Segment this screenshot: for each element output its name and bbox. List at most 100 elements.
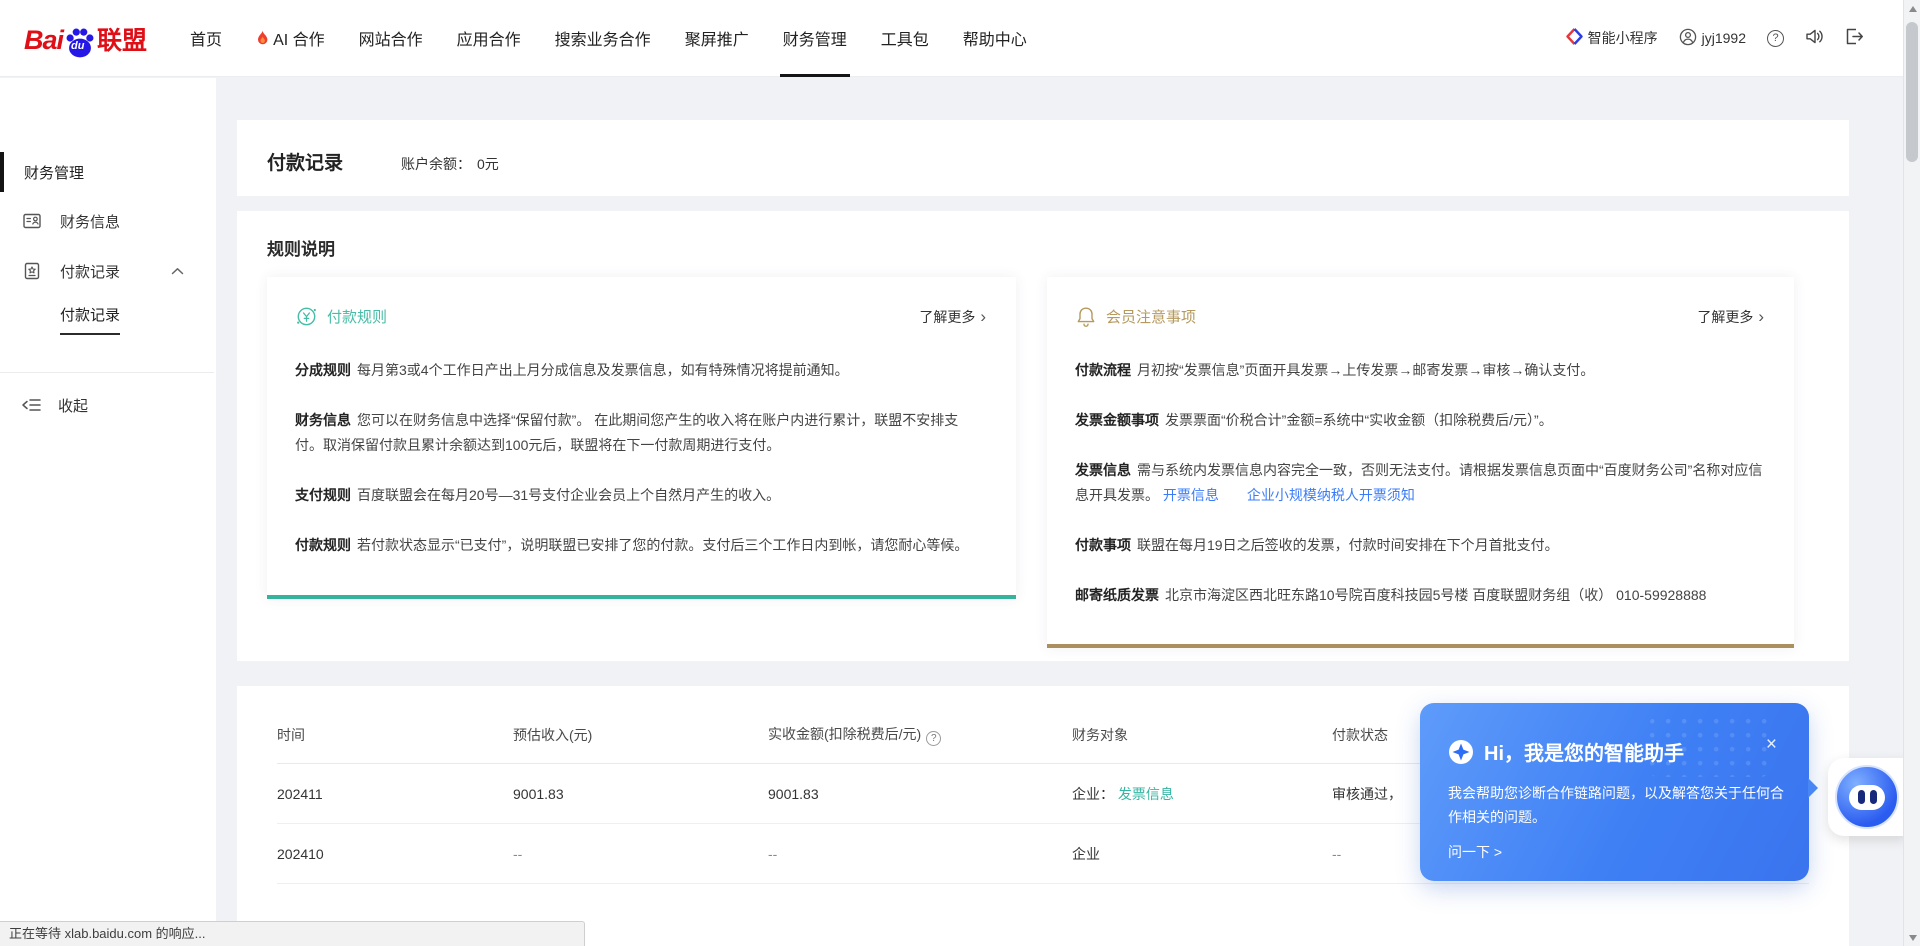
invoice-info-link[interactable]: 开票信息 xyxy=(1163,487,1219,503)
user-account[interactable]: jyj1992 xyxy=(1679,28,1746,49)
nav-item-label: 搜索业务合作 xyxy=(555,26,651,50)
help-icon[interactable]: ? xyxy=(1767,30,1784,47)
nav-item-toolkit[interactable]: 工具包 xyxy=(864,0,946,77)
logout-icon[interactable] xyxy=(1845,28,1863,48)
nav-item-website-coop[interactable]: 网站合作 xyxy=(342,0,440,77)
invoice-info-table-link[interactable]: 发票信息 xyxy=(1118,786,1174,802)
more-label: 了解更多 xyxy=(1697,307,1753,327)
cell-finance-target: 企业： 发票信息 xyxy=(1072,784,1332,804)
ask-now-link[interactable]: 问一下 > xyxy=(1448,842,1779,862)
rule-item: 发票信息需与系统内发票信息内容完全一致，否则无法支付。请根据发票信息页面中“百度… xyxy=(1075,458,1764,508)
sidebar-subitem-label: 付款记录 xyxy=(60,304,120,335)
rule-term: 财务信息 xyxy=(295,412,351,428)
nav-item-search-coop[interactable]: 搜索业务合作 xyxy=(538,0,668,77)
miniapp-label: 智能小程序 xyxy=(1588,28,1658,48)
sidebar-divider xyxy=(0,372,214,373)
cell-estimated: -- xyxy=(513,846,768,862)
baidu-union-logo[interactable]: Bai du 联盟 xyxy=(24,16,147,60)
sidebar-subitem-payment-records[interactable]: 付款记录 xyxy=(60,302,120,336)
payment-rules-more-link[interactable]: 了解更多› xyxy=(919,307,986,327)
scroll-down-arrow[interactable] xyxy=(1904,929,1920,946)
member-notes-more-link[interactable]: 了解更多 › xyxy=(1697,307,1764,327)
rule-item: 支付规则百度联盟会在每月20号—31号支付企业会员上个自然月产生的收入。 xyxy=(295,483,986,508)
rule-desc: 月初按“发票信息”页面开具发票→上传发票→邮寄发票→审核→确认支付。 xyxy=(1137,362,1594,378)
sidebar-item-label: 财务信息 xyxy=(60,211,120,232)
robot-eye xyxy=(1858,790,1865,804)
nav-menu: 首页 AI 合作 网站合作 应用合作 搜索业务合作 聚屏推广 财务管理 工具包 … xyxy=(173,0,1044,77)
member-notes-panel: 会员注意事项 了解更多› 付款流程月初按“发票信息”页面开具发票→上传发票→邮寄… xyxy=(1047,277,1794,648)
nav-item-app-coop[interactable]: 应用合作 xyxy=(440,0,538,77)
cell-finance-target: 企业 xyxy=(1072,844,1332,864)
assistant-avatar-panel[interactable] xyxy=(1828,758,1906,836)
sidebar-item-finance-info[interactable]: 财务信息 xyxy=(0,201,216,241)
assistant-popup-header: Hi，我是您的智能助手 × xyxy=(1448,737,1779,766)
robot-eye xyxy=(1870,790,1877,804)
nav-item-home[interactable]: 首页 xyxy=(173,0,239,77)
help-glyph: ? xyxy=(931,733,937,744)
logo-text-bai: Bai xyxy=(24,20,63,60)
nav-right-tools: 智能小程序 jyj1992 ? xyxy=(1566,28,1903,49)
rule-desc: 北京市海淀区西北旺东路10号院百度科技园5号楼 百度联盟财务组（收） 010-5… xyxy=(1165,587,1706,603)
col-header-time: 时间 xyxy=(277,725,513,745)
rule-item: 付款事项联盟在每月19日之后签收的发票，付款时间安排在下个月首批支付。 xyxy=(1075,533,1764,558)
col-header-finance-target: 财务对象 xyxy=(1072,725,1332,745)
rule-term: 支付规则 xyxy=(295,487,351,503)
sidebar-collapse-button[interactable]: 收起 xyxy=(0,386,216,424)
nav-item-label: 财务管理 xyxy=(783,26,847,50)
assistant-popup-title: Hi，我是您的智能助手 xyxy=(1484,737,1684,766)
chevron-right-icon: › xyxy=(1758,308,1764,325)
cell-estimated: 9001.83 xyxy=(513,786,768,802)
status-text: 正在等待 xlab.baidu.com 的响应... xyxy=(9,926,206,941)
sound-icon[interactable] xyxy=(1805,28,1824,48)
rules-row: 付款规则 了解更多› 分成规则每月第3或4个工作日产出上月分成信息及发票信息，如… xyxy=(267,277,1819,648)
rule-term: 邮寄纸质发票 xyxy=(1075,587,1159,603)
scrollbar-thumb[interactable] xyxy=(1906,22,1918,162)
finance-prefix: 企业 xyxy=(1072,846,1100,862)
nav-item-help-center[interactable]: 帮助中心 xyxy=(946,0,1044,77)
scrollbar[interactable] xyxy=(1903,0,1920,946)
miniapp-diamond-icon xyxy=(1566,28,1583,48)
rule-item: 分成规则每月第3或4个工作日产出上月分成信息及发票信息，如有特殊情况将提前通知。 xyxy=(295,358,986,383)
col-header-estimated: 预估收入(元) xyxy=(513,725,768,745)
bell-icon xyxy=(1075,305,1097,328)
nav-item-label: 帮助中心 xyxy=(963,26,1027,50)
sidebar-item-label: 付款记录 xyxy=(60,261,120,282)
sidebar-section-finance-mgmt[interactable]: 财务管理 xyxy=(0,152,216,192)
small-taxpayer-guide-link[interactable]: 企业小规模纳税人开票须知 xyxy=(1247,487,1415,503)
sidebar-section-label: 财务管理 xyxy=(24,162,84,183)
browser-status-bar: 正在等待 xlab.baidu.com 的响应... xyxy=(0,921,585,946)
nav-item-screen-promo[interactable]: 聚屏推广 xyxy=(668,0,766,77)
close-icon[interactable]: × xyxy=(1766,735,1777,754)
sidebar-item-payment-records[interactable]: 付款记录 xyxy=(0,251,216,291)
payment-rules-panel: 付款规则 了解更多› 分成规则每月第3或4个工作日产出上月分成信息及发票信息，如… xyxy=(267,277,1016,599)
nav-item-ai-coop[interactable]: AI 合作 xyxy=(239,0,342,77)
chevron-up-icon[interactable] xyxy=(171,267,184,275)
rule-term: 发票金额事项 xyxy=(1075,412,1159,428)
rule-term: 付款事项 xyxy=(1075,537,1131,553)
page-header-card: 付款记录 账户余额：0元 xyxy=(237,120,1849,196)
member-notes-header: 会员注意事项 了解更多› xyxy=(1075,305,1764,328)
rule-desc: 若付款状态显示“已支付”，说明联盟已安排了您的付款。支付后三个工作日内到帐，请您… xyxy=(357,537,968,553)
scroll-up-arrow[interactable] xyxy=(1904,0,1920,17)
column-help-icon[interactable]: ? xyxy=(926,731,941,746)
col-header-actual-label: 实收金额(扣除税费后/元) xyxy=(768,726,921,742)
robot-visor xyxy=(1849,785,1885,810)
rule-term: 分成规则 xyxy=(295,362,351,378)
rule-desc: 您可以在财务信息中选择“保留付款”。 在此期间您产生的收入将在账户内进行累计，联… xyxy=(295,412,958,453)
col-header-actual: 实收金额(扣除税费后/元)? xyxy=(768,724,1072,746)
user-icon xyxy=(1679,28,1697,49)
rule-desc: 联盟在每月19日之后签收的发票，付款时间安排在下个月首批支付。 xyxy=(1137,537,1559,553)
more-label: 了解更多 xyxy=(919,307,975,327)
balance-label: 账户余额： xyxy=(401,156,471,172)
nav-item-finance-mgmt[interactable]: 财务管理 xyxy=(766,0,864,77)
rules-section-title: 规则说明 xyxy=(267,235,1819,260)
rules-card: 规则说明 付款规则 了解更多› 分成规则每月第3或4个工作日产出上月分成 xyxy=(237,211,1849,661)
rule-term: 付款流程 xyxy=(1075,362,1131,378)
finance-prefix: 企业： xyxy=(1072,786,1114,802)
rule-item: 财务信息您可以在财务信息中选择“保留付款”。 在此期间您产生的收入将在账户内进行… xyxy=(295,408,986,458)
rule-desc: 百度联盟会在每月20号—31号支付企业会员上个自然月产生的收入。 xyxy=(357,487,780,503)
rule-item: 邮寄纸质发票北京市海淀区西北旺东路10号院百度科技园5号楼 百度联盟财务组（收）… xyxy=(1075,583,1764,608)
miniapp-entry[interactable]: 智能小程序 xyxy=(1566,28,1658,48)
collapse-icon xyxy=(21,397,41,413)
top-navbar: Bai du 联盟 首页 AI 合作 网站合作 xyxy=(0,0,1903,77)
